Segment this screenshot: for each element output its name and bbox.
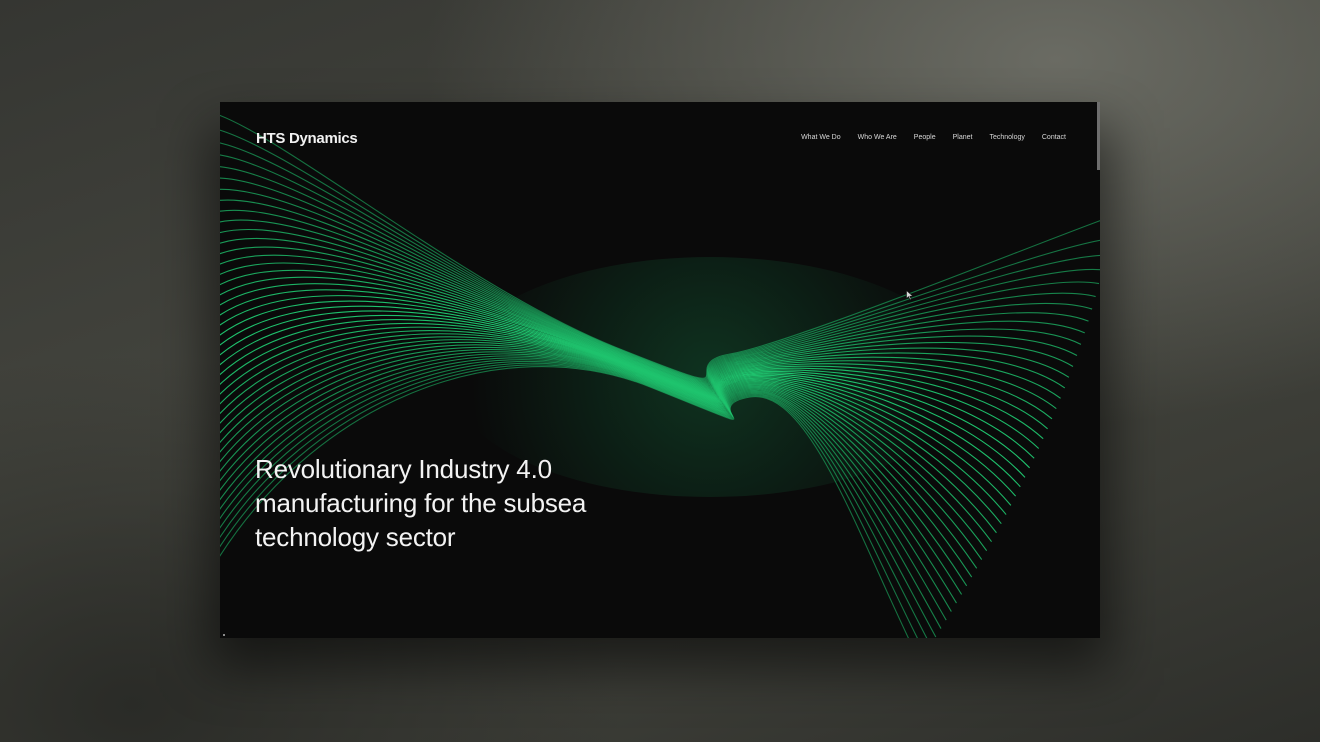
nav-what-we-do[interactable]: What We Do — [801, 134, 841, 141]
site-logo[interactable]: HTS Dynamics — [256, 130, 358, 147]
nav-planet[interactable]: Planet — [953, 134, 973, 141]
main-nav: What We Do Who We Are People Planet Tech… — [801, 134, 1066, 141]
hero-line-3: technology sector — [255, 522, 456, 552]
hero-line-2: manufacturing for the subsea — [255, 488, 587, 518]
wave-lines-graphic — [220, 114, 1100, 638]
nav-technology[interactable]: Technology — [989, 134, 1024, 141]
hero-line-1: Revolutionary Industry 4.0 — [255, 454, 552, 484]
hero-heading: Revolutionary Industry 4.0 manufacturing… — [255, 452, 675, 554]
arrow-cursor-icon — [906, 290, 914, 301]
nav-who-we-are[interactable]: Who We Are — [858, 134, 897, 141]
corner-marker — [223, 634, 225, 636]
nav-contact[interactable]: Contact — [1042, 134, 1066, 141]
website-screen: HTS Dynamics What We Do Who We Are Peopl… — [220, 102, 1100, 638]
nav-people[interactable]: People — [914, 134, 936, 141]
scrollbar[interactable] — [1097, 102, 1100, 170]
